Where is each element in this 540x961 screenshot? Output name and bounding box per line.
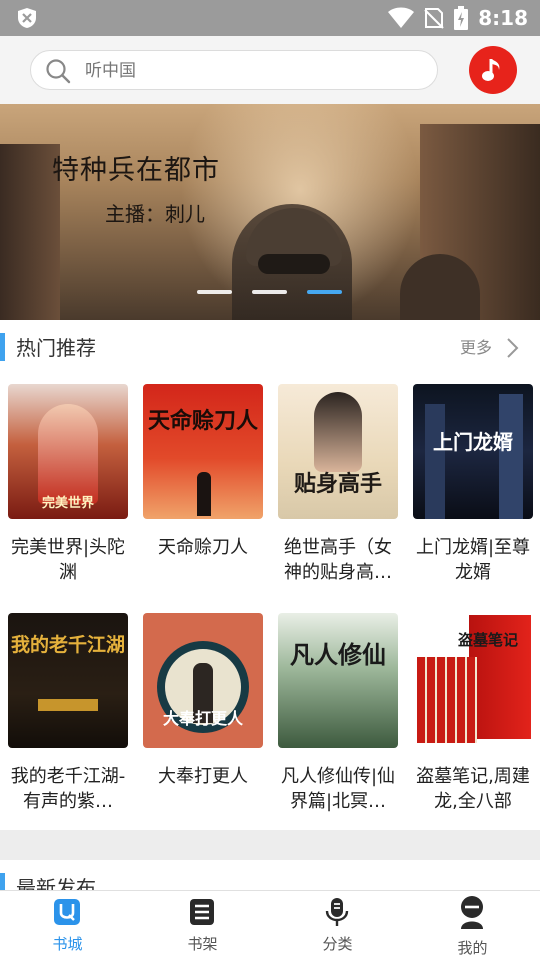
- book-cover[interactable]: 贴身高手: [278, 384, 398, 519]
- section-divider: [0, 830, 540, 860]
- section-title: 热门推荐: [16, 336, 96, 360]
- chevron-right-icon[interactable]: [506, 337, 520, 359]
- book-cover[interactable]: 完美世界: [8, 384, 128, 519]
- book-card[interactable]: 凡人修仙 凡人修仙传|仙界篇|北冥…: [278, 613, 398, 814]
- book-title[interactable]: 大奉打更人: [143, 764, 263, 814]
- book-title[interactable]: 上门龙婿|至尊龙婿: [413, 535, 533, 585]
- book-cover[interactable]: 天命赊刀人: [143, 384, 263, 519]
- carousel-dot-active[interactable]: [307, 290, 342, 294]
- book-card[interactable]: 大奉打更人 大奉打更人: [143, 613, 263, 814]
- clock: 8:18: [478, 6, 528, 30]
- book-card[interactable]: 我的老千江湖 我的老千江湖-有声的紫…: [8, 613, 128, 814]
- shield-icon: [18, 8, 36, 28]
- search-placeholder: 听中国: [85, 61, 136, 81]
- header: 听中国: [0, 36, 540, 104]
- book-card[interactable]: 完美世界 完美世界|头陀渊: [8, 384, 128, 585]
- banner-title: 特种兵在都市: [52, 155, 220, 186]
- nav-item-bookshelf[interactable]: 书架: [135, 891, 270, 961]
- book-cover[interactable]: 凡人修仙: [278, 613, 398, 748]
- nav-label: 书城: [52, 935, 83, 953]
- nav-label: 分类: [322, 935, 353, 953]
- search-input[interactable]: 听中国: [30, 50, 438, 90]
- book-cover[interactable]: 我的老千江湖: [8, 613, 128, 748]
- more-link[interactable]: 更多: [460, 320, 492, 376]
- no-sim-icon: [424, 8, 444, 29]
- hot-section-header: 热门推荐 更多: [0, 320, 540, 376]
- carousel-indicator: [197, 290, 342, 294]
- book-cover[interactable]: 大奉打更人: [143, 613, 263, 748]
- music-player-button[interactable]: [469, 46, 517, 94]
- nav-item-store[interactable]: 书城: [0, 891, 135, 961]
- nav-label: 书架: [187, 935, 218, 953]
- book-title[interactable]: 盗墓笔记,周建龙,全八部: [413, 764, 533, 814]
- music-note-icon: [482, 59, 500, 81]
- carousel-dot[interactable]: [197, 290, 232, 294]
- book-card[interactable]: 盗墓笔记 盗墓笔记,周建龙,全八部: [413, 613, 533, 814]
- battery-icon: [454, 6, 469, 30]
- promo-banner[interactable]: 特种兵在都市 主播：刺儿: [0, 104, 540, 320]
- book-card[interactable]: 贴身高手 绝世高手（女神的贴身高…: [278, 384, 398, 585]
- wifi-icon: [388, 7, 415, 28]
- search-icon: [46, 59, 71, 84]
- banner-art: [0, 144, 60, 320]
- bookshelf-icon: [190, 899, 214, 925]
- profile-icon: [461, 896, 483, 929]
- book-card[interactable]: 天命赊刀人 天命赊刀人: [143, 384, 263, 585]
- book-title[interactable]: 凡人修仙传|仙界篇|北冥…: [278, 764, 398, 814]
- book-title[interactable]: 完美世界|头陀渊: [8, 535, 128, 585]
- status-bar: 8:18: [0, 0, 540, 36]
- book-title[interactable]: 我的老千江湖-有声的紫…: [8, 764, 128, 814]
- bottom-nav: 书城 书架 分类 我的: [0, 890, 540, 960]
- nav-label: 我的: [457, 939, 488, 957]
- book-title[interactable]: 绝世高手（女神的贴身高…: [278, 535, 398, 585]
- banner-narrator: 主播：刺儿: [105, 202, 205, 226]
- book-card[interactable]: 上门龙婿 上门龙婿|至尊龙婿: [413, 384, 533, 585]
- nav-item-profile[interactable]: 我的: [405, 891, 540, 961]
- nav-item-category[interactable]: 分类: [270, 891, 405, 961]
- microphone-icon: [325, 898, 349, 926]
- book-title[interactable]: 天命赊刀人: [143, 535, 263, 585]
- book-cover[interactable]: 盗墓笔记: [413, 613, 533, 748]
- carousel-dot[interactable]: [252, 290, 287, 294]
- book-cover[interactable]: 上门龙婿: [413, 384, 533, 519]
- store-icon: [54, 899, 80, 925]
